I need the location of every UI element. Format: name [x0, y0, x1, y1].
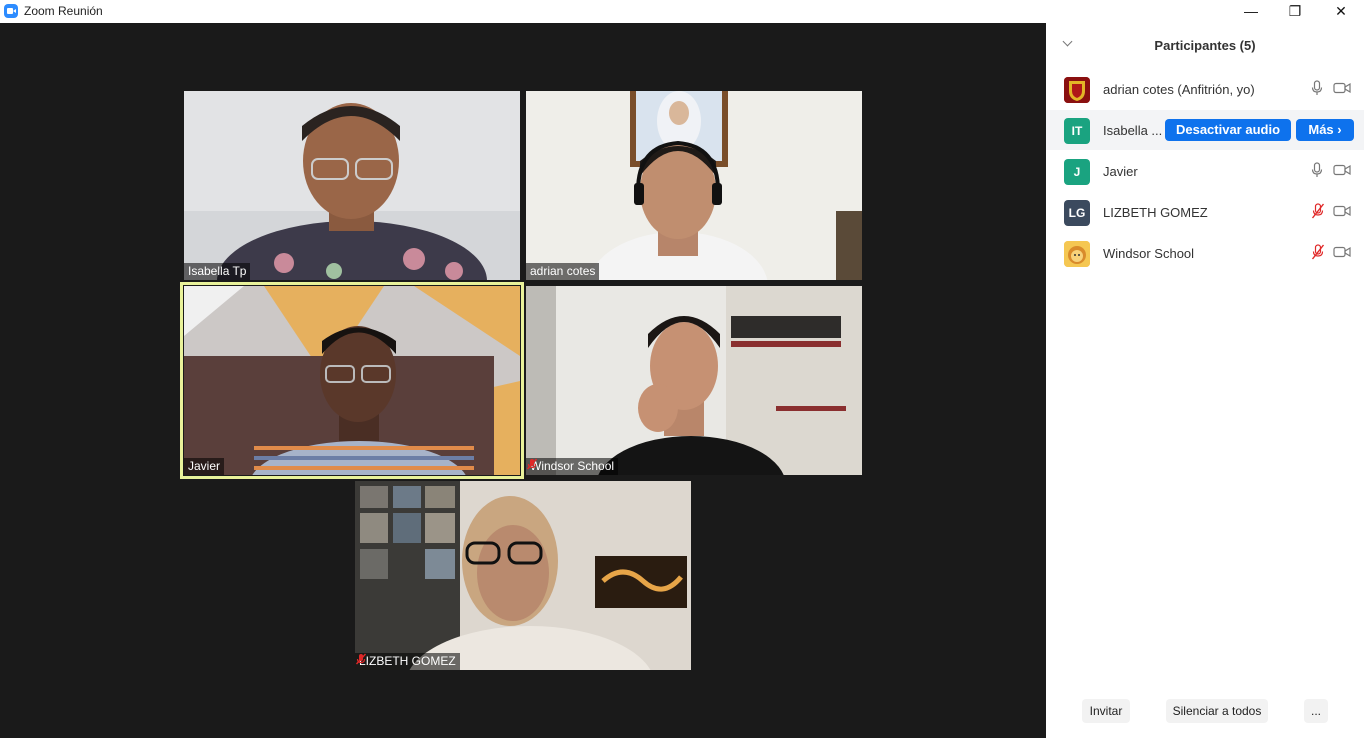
mute-all-button[interactable]: Silenciar a todos	[1166, 699, 1268, 723]
participant-name: Javier	[1103, 164, 1138, 179]
close-button[interactable]: ✕	[1318, 0, 1364, 23]
participant-name: LIZBETH GOMEZ	[359, 654, 456, 668]
video-camera-icon[interactable]	[1333, 204, 1351, 218]
participant-row-isabella[interactable]: IT Isabella ... Desactivar audio Más ›	[1046, 110, 1364, 150]
video-tile-adrian[interactable]: adrian cotes	[526, 91, 862, 280]
participant-name-tag: LIZBETH GOMEZ	[355, 653, 460, 670]
unmute-participant-button[interactable]: Desactivar audio	[1165, 119, 1291, 141]
video-camera-icon[interactable]	[1333, 245, 1351, 259]
maximize-button[interactable]: ❐	[1272, 0, 1318, 23]
participant-row-windsor-school[interactable]: Windsor School	[1046, 233, 1364, 273]
microphone-muted-icon[interactable]	[1311, 244, 1325, 260]
participant-row-javier[interactable]: J Javier	[1046, 151, 1364, 191]
minimize-button[interactable]: —	[1228, 0, 1274, 23]
participant-name-tag: Javier	[184, 458, 225, 475]
participant-name: Windsor School	[1103, 246, 1195, 261]
video-feed-image	[526, 286, 862, 475]
zoom-logo-icon	[4, 4, 18, 18]
video-tile-javier[interactable]: Javier	[184, 286, 520, 475]
title-bar: Zoom Reunión — ❐ ✕	[0, 0, 1364, 23]
participants-title: Participantes (5)	[1154, 38, 1256, 53]
participant-name: adrian cotes (Anfitrión, yo)	[1103, 82, 1255, 97]
participant-name-tag: Windsor School	[526, 458, 619, 475]
participant-name: adrian cotes	[530, 264, 596, 278]
video-tile-windsor-school[interactable]: Windsor School	[526, 286, 862, 475]
video-feed-image	[355, 481, 691, 670]
avatar: LG	[1064, 200, 1090, 226]
lion-image-icon	[1064, 241, 1090, 267]
microphone-muted-icon[interactable]	[1311, 203, 1325, 219]
participant-name: Isabella ...	[1103, 123, 1163, 138]
participant-row-lizbeth[interactable]: LG LIZBETH GOMEZ	[1046, 192, 1364, 232]
participant-name: Isabella Tp	[188, 264, 247, 278]
participants-panel: Participantes (5) adrian cotes (Anfitrió…	[1046, 23, 1364, 738]
video-feed-image	[184, 286, 520, 475]
mic-muted-icon	[526, 458, 538, 470]
video-tile-lizbeth-gomez[interactable]: LIZBETH GOMEZ	[355, 481, 691, 670]
more-button[interactable]: ...	[1304, 699, 1328, 723]
more-options-label: Más	[1308, 122, 1334, 137]
crest-image-icon	[1064, 77, 1090, 103]
participant-row-adrian[interactable]: adrian cotes (Anfitrión, yo)	[1046, 69, 1364, 109]
participants-panel-header: Participantes (5)	[1046, 23, 1364, 65]
invite-button[interactable]: Invitar	[1082, 699, 1130, 723]
more-options-button[interactable]: Más ›	[1296, 119, 1354, 141]
video-camera-icon[interactable]	[1333, 81, 1351, 95]
microphone-icon[interactable]	[1311, 162, 1323, 178]
participant-name: LIZBETH GOMEZ	[1103, 205, 1208, 220]
video-stage: Isabella Tp adrian cotes Javier Windsor …	[0, 23, 1046, 738]
avatar	[1064, 77, 1090, 103]
participant-name: Javier	[188, 459, 221, 473]
participant-name: Windsor School	[530, 459, 615, 473]
video-tile-isabella[interactable]: Isabella Tp	[184, 91, 520, 280]
video-feed-image	[526, 91, 862, 280]
avatar: IT	[1064, 118, 1090, 144]
chevron-right-icon: ›	[1337, 122, 1342, 137]
participant-name-tag: adrian cotes	[526, 263, 600, 280]
window-title: Zoom Reunión	[24, 4, 103, 18]
microphone-icon[interactable]	[1311, 80, 1323, 96]
avatar	[1064, 241, 1090, 267]
video-feed-image	[184, 91, 520, 280]
avatar: J	[1064, 159, 1090, 185]
participant-name-tag: Isabella Tp	[184, 263, 251, 280]
video-camera-icon[interactable]	[1333, 163, 1351, 177]
mic-muted-icon	[355, 653, 367, 665]
